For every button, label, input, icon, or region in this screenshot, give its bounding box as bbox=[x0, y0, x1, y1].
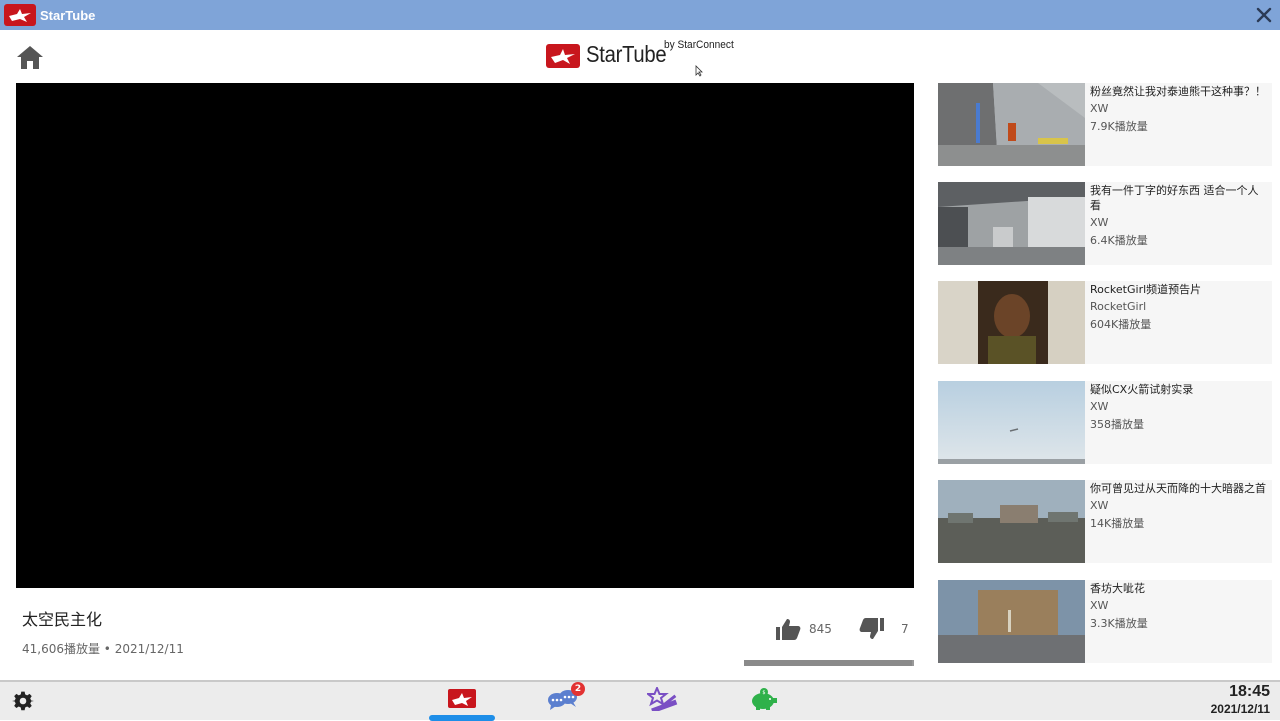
video-title: 太空民主化 bbox=[22, 610, 103, 629]
gear-icon[interactable] bbox=[12, 690, 34, 712]
dock-startube[interactable] bbox=[429, 684, 495, 721]
recommendation-views: 604K播放量 bbox=[1090, 318, 1152, 331]
star-ruler-icon bbox=[647, 687, 678, 711]
recommendation-views: 3.3K播放量 bbox=[1090, 617, 1148, 630]
recommendation-channel: XW bbox=[1090, 102, 1109, 115]
close-icon[interactable] bbox=[1254, 5, 1274, 25]
recommendation-views: 14K播放量 bbox=[1090, 517, 1145, 530]
notification-badge: 2 bbox=[571, 682, 585, 696]
recommendation-item[interactable]: RocketGirl频道预告片 RocketGirl 604K播放量 bbox=[938, 281, 1272, 364]
startube-logo-icon bbox=[4, 4, 36, 26]
recommendation-item[interactable]: 你可曾见过从天而降的十大暗器之首 XW 14K播放量 bbox=[938, 480, 1272, 563]
clock-time: 18:45 bbox=[1229, 683, 1270, 700]
thumbs-up-icon[interactable] bbox=[775, 617, 801, 641]
recommendation-views: 6.4K播放量 bbox=[1090, 234, 1148, 247]
home-icon[interactable] bbox=[16, 44, 44, 70]
video-thumbnail bbox=[938, 381, 1085, 464]
video-thumbnail bbox=[938, 580, 1085, 663]
recommendation-channel: XW bbox=[1090, 499, 1109, 512]
video-player[interactable] bbox=[16, 83, 914, 588]
dislike-count: 7 bbox=[901, 622, 909, 636]
recommendation-views: 358播放量 bbox=[1090, 418, 1144, 431]
recommendation-title: 香坊大呲花 bbox=[1090, 582, 1145, 595]
recommendation-item[interactable]: 粉丝竟然让我对泰迪熊干这种事？！ XW 7.9K播放量 bbox=[938, 83, 1272, 166]
recommendation-title: 粉丝竟然让我对泰迪熊干这种事？！ bbox=[1090, 85, 1266, 98]
active-tab-indicator bbox=[429, 715, 495, 721]
recommendation-item[interactable]: 香坊大呲花 XW 3.3K播放量 bbox=[938, 580, 1272, 663]
recommendation-title: 疑似CX火箭试射实录 bbox=[1090, 383, 1194, 396]
recommendation-channel: XW bbox=[1090, 599, 1109, 612]
recommendation-views: 7.9K播放量 bbox=[1090, 120, 1148, 133]
recommendation-title: RocketGirl频道预告片 bbox=[1090, 283, 1202, 296]
like-count: 845 bbox=[809, 622, 832, 636]
window-title: StarTube bbox=[40, 7, 96, 23]
recommendation-channel: XW bbox=[1090, 400, 1109, 413]
mouse-cursor-icon bbox=[695, 65, 703, 77]
recommendation-title: 你可曾见过从天而降的十大暗器之首 bbox=[1090, 482, 1266, 495]
video-thumbnail bbox=[938, 83, 1085, 166]
video-thumbnail bbox=[938, 182, 1085, 265]
dock-wallet[interactable]: $ bbox=[729, 684, 795, 718]
brand-byline: by StarConnect bbox=[664, 39, 734, 51]
recommendation-channel: RocketGirl bbox=[1090, 300, 1147, 313]
brand-name: StarTube bbox=[586, 41, 667, 67]
startube-icon bbox=[448, 689, 476, 708]
recommendation-channel: XW bbox=[1090, 216, 1109, 229]
recommendation-item[interactable]: 我有一件丁字的好东西 适合一个人看 XW 6.4K播放量 bbox=[938, 182, 1272, 265]
video-thumbnail bbox=[938, 480, 1085, 563]
startube-logo-icon bbox=[546, 44, 580, 68]
recommendation-title: 我有一件丁字的好东西 适合一个人看 bbox=[1090, 184, 1259, 212]
svg-text:$: $ bbox=[762, 690, 765, 696]
like-ratio-bar bbox=[744, 660, 914, 666]
thumbs-down-icon[interactable] bbox=[859, 617, 885, 641]
dock-messages[interactable]: 2 bbox=[529, 682, 595, 718]
dock-star-tools[interactable] bbox=[629, 684, 695, 718]
brand-logo: StarTube by StarConnect bbox=[546, 38, 734, 72]
recommendation-item[interactable]: 疑似CX火箭试射实录 XW 358播放量 bbox=[938, 381, 1272, 464]
taskbar: 2 $ 18:45 2021/12/11 bbox=[0, 680, 1280, 721]
video-meta: 41,606播放量 • 2021/12/11 bbox=[22, 642, 184, 656]
clock-date: 2021/12/11 bbox=[1210, 702, 1270, 716]
window-titlebar: StarTube bbox=[0, 0, 1280, 30]
piggy-bank-icon: $ bbox=[752, 688, 777, 710]
like-ratio-fill bbox=[744, 660, 913, 666]
video-thumbnail bbox=[938, 281, 1085, 364]
